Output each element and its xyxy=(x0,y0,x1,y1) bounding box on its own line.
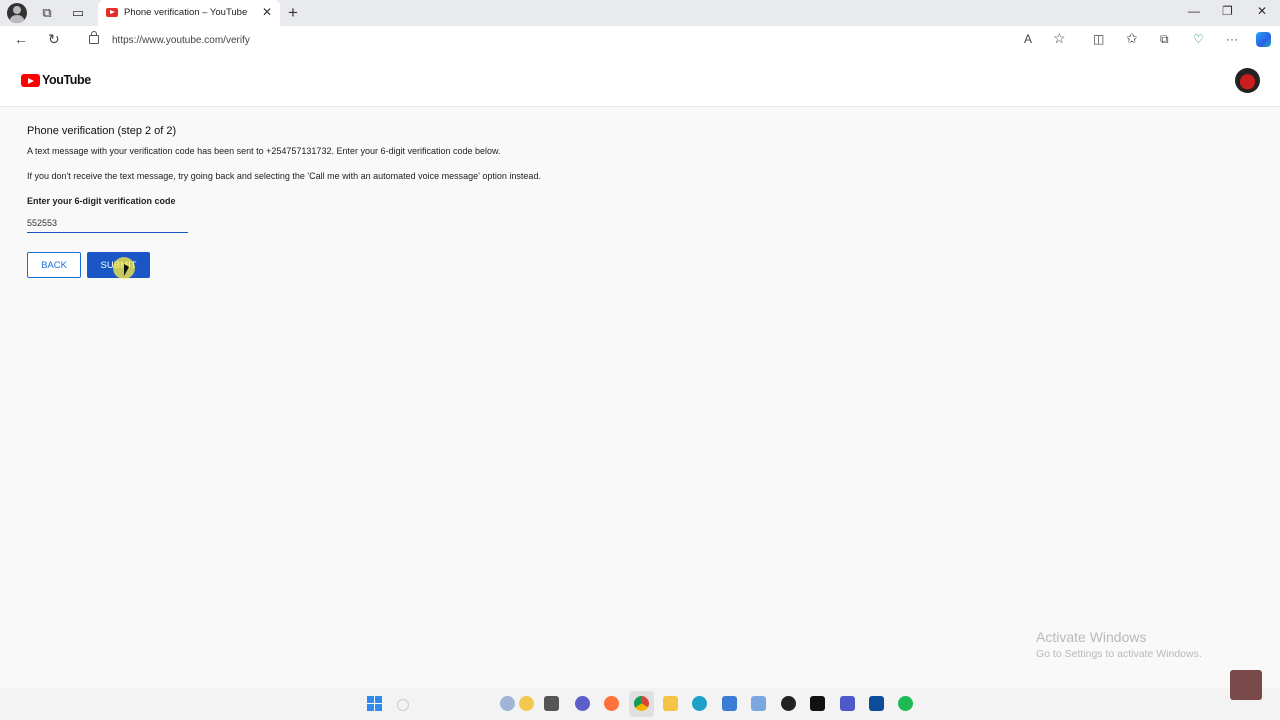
chat-icon[interactable] xyxy=(575,696,590,711)
more-icon[interactable]: ··· xyxy=(1226,32,1238,46)
restore-button[interactable]: ❐ xyxy=(1222,4,1233,18)
tab-close-icon[interactable]: ✕ xyxy=(262,5,272,19)
fallback-instructions-text: If you don't receive the text message, t… xyxy=(27,171,541,181)
browser-essentials-icon[interactable]: ♡ xyxy=(1193,32,1204,46)
page-title: Phone verification (step 2 of 2) xyxy=(27,125,177,137)
watermark-title: Activate Windows xyxy=(1036,629,1147,645)
code-field-label: Enter your 6-digit verification code xyxy=(27,196,176,206)
tab-bar: ⧉ ▭ Phone verification – YouTube ✕ + — ❐… xyxy=(0,0,1280,26)
youtube-header: YouTube xyxy=(0,54,1280,107)
folder-icon[interactable] xyxy=(663,696,678,711)
url-field[interactable]: https://www.youtube.com/verify xyxy=(80,29,1020,51)
url-text[interactable]: https://www.youtube.com/verify xyxy=(112,35,250,46)
chrome-icon[interactable] xyxy=(634,696,649,711)
minimize-button[interactable]: — xyxy=(1188,4,1200,18)
webcam-thumbnail xyxy=(1230,670,1262,700)
youtube-favicon-icon xyxy=(106,8,118,17)
youtube-logo-text[interactable]: YouTube xyxy=(42,73,91,87)
back-button[interactable]: BACK xyxy=(27,252,81,278)
watermark-subtitle: Go to Settings to activate Windows. xyxy=(1036,648,1202,660)
close-window-button[interactable]: ✕ xyxy=(1257,4,1267,18)
activate-windows-watermark: Activate Windows Go to Settings to activ… xyxy=(1036,629,1202,660)
app-icon[interactable] xyxy=(869,696,884,711)
verification-code-input[interactable] xyxy=(27,214,188,233)
workspaces-icon[interactable]: ⧉ xyxy=(37,4,57,22)
tab-youtube-verify[interactable]: Phone verification – YouTube ✕ xyxy=(98,0,280,26)
widgets-icon[interactable] xyxy=(500,696,515,711)
address-bar: ← ↻ https://www.youtube.com/verify A ☆ ◫… xyxy=(0,26,1280,54)
firefox-icon[interactable] xyxy=(604,696,619,711)
weather-icon[interactable] xyxy=(519,696,534,711)
collections-icon[interactable]: ⧉ xyxy=(1160,32,1169,47)
favorites-icon[interactable]: ✩ xyxy=(1126,30,1138,47)
search-icon[interactable] xyxy=(397,699,409,711)
file-explorer-icon[interactable] xyxy=(544,696,559,711)
split-screen-icon[interactable]: ◫ xyxy=(1093,32,1104,46)
favorite-star-icon[interactable]: ☆ xyxy=(1053,30,1066,47)
back-icon[interactable]: ← xyxy=(14,31,28,47)
windows-start-icon[interactable] xyxy=(367,696,382,711)
copilot-icon[interactable] xyxy=(1256,32,1271,47)
snipping-tool-icon[interactable] xyxy=(751,696,766,711)
new-tab-button[interactable]: + xyxy=(288,3,298,23)
teams-icon[interactable] xyxy=(840,696,855,711)
profile-avatar[interactable] xyxy=(7,3,27,23)
spotify-icon[interactable] xyxy=(898,696,913,711)
edge-icon[interactable] xyxy=(692,696,707,711)
submit-button[interactable]: SUBMIT xyxy=(87,252,150,278)
obs-icon[interactable] xyxy=(781,696,796,711)
taskbar xyxy=(0,688,1280,720)
lock-icon[interactable] xyxy=(89,31,99,44)
reload-icon[interactable]: ↻ xyxy=(48,31,60,48)
terminal-icon[interactable] xyxy=(810,696,825,711)
read-aloud-icon[interactable]: A xyxy=(1024,32,1032,46)
account-avatar[interactable] xyxy=(1235,68,1260,93)
tab-title: Phone verification – YouTube xyxy=(124,7,248,18)
sent-message-text: A text message with your verification co… xyxy=(27,146,501,156)
tab-actions-icon[interactable]: ▭ xyxy=(68,4,88,22)
store-icon[interactable] xyxy=(722,696,737,711)
youtube-logo-icon[interactable] xyxy=(21,74,40,87)
